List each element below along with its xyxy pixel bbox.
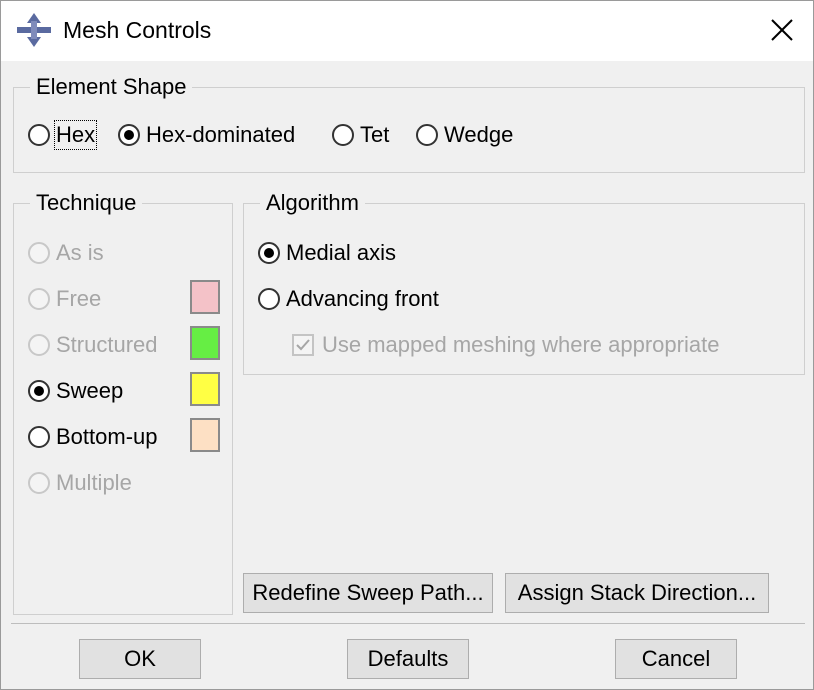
technique-option-label: As is bbox=[56, 240, 104, 265]
shape-option-label: Hex-dominated bbox=[146, 122, 296, 147]
shape-option-wedge[interactable]: Wedge bbox=[416, 122, 513, 148]
mesh-controls-dialog: Mesh Controls Element Shape Hex Hex-domi… bbox=[0, 0, 814, 690]
footer-separator bbox=[11, 623, 805, 624]
technique-option-structured[interactable]: Structured bbox=[28, 332, 158, 358]
algorithm-option-advancing-front[interactable]: Advancing front bbox=[258, 286, 439, 312]
radio-button[interactable] bbox=[28, 242, 50, 264]
close-icon bbox=[771, 19, 793, 41]
defaults-button[interactable]: Defaults bbox=[347, 639, 469, 679]
assign-stack-direction-button[interactable]: Assign Stack Direction... bbox=[505, 573, 769, 613]
technique-option-free[interactable]: Free bbox=[28, 286, 101, 312]
technique-group: Technique As is Free Structured Sweep Bo… bbox=[13, 190, 233, 615]
bottom-up-color-swatch bbox=[190, 418, 220, 452]
radio-button[interactable] bbox=[28, 124, 50, 146]
radio-button-selected[interactable] bbox=[28, 380, 50, 402]
shape-option-label: Wedge bbox=[444, 122, 514, 147]
technique-legend: Technique bbox=[30, 190, 143, 216]
sweep-color-swatch bbox=[190, 372, 220, 406]
radio-button[interactable] bbox=[416, 124, 438, 146]
mapped-meshing-label: Use mapped meshing where appropriate bbox=[322, 332, 720, 357]
technique-option-as-is[interactable]: As is bbox=[28, 240, 104, 266]
radio-button[interactable] bbox=[28, 334, 50, 356]
radio-button[interactable] bbox=[28, 288, 50, 310]
algorithm-option-medial-axis[interactable]: Medial axis bbox=[258, 240, 396, 266]
radio-button[interactable] bbox=[332, 124, 354, 146]
mapped-meshing-checkbox-row[interactable]: Use mapped meshing where appropriate bbox=[292, 332, 719, 358]
free-color-swatch bbox=[190, 280, 220, 314]
structured-color-swatch bbox=[190, 326, 220, 360]
close-button[interactable] bbox=[761, 11, 803, 49]
shape-option-hex[interactable]: Hex bbox=[28, 120, 98, 150]
redefine-sweep-path-button[interactable]: Redefine Sweep Path... bbox=[243, 573, 493, 613]
technique-option-multiple[interactable]: Multiple bbox=[28, 470, 132, 496]
abaqus-mesh-icon bbox=[17, 13, 51, 47]
ok-button[interactable]: OK bbox=[79, 639, 201, 679]
technique-option-label: Sweep bbox=[56, 378, 124, 403]
element-shape-legend: Element Shape bbox=[30, 74, 193, 100]
shape-option-hex-dominated[interactable]: Hex-dominated bbox=[118, 122, 295, 148]
window-title: Mesh Controls bbox=[63, 17, 212, 43]
technique-option-label: Bottom-up bbox=[56, 424, 158, 449]
cancel-button[interactable]: Cancel bbox=[615, 639, 737, 679]
technique-option-bottom-up[interactable]: Bottom-up bbox=[28, 424, 158, 450]
element-shape-group: Element Shape Hex Hex-dominated Tet Wedg… bbox=[13, 74, 805, 173]
technique-option-label: Free bbox=[56, 286, 102, 311]
algorithm-option-label: Advancing front bbox=[286, 286, 439, 311]
checkmark-icon bbox=[296, 339, 310, 351]
technique-option-sweep[interactable]: Sweep bbox=[28, 378, 123, 404]
radio-button-selected[interactable] bbox=[258, 242, 280, 264]
shape-option-label: Hex bbox=[53, 120, 98, 150]
shape-option-label: Tet bbox=[360, 122, 390, 147]
shape-option-tet[interactable]: Tet bbox=[332, 122, 389, 148]
technique-option-label: Structured bbox=[56, 332, 158, 357]
algorithm-legend: Algorithm bbox=[260, 190, 365, 216]
radio-button[interactable] bbox=[258, 288, 280, 310]
technique-option-label: Multiple bbox=[56, 470, 132, 495]
radio-button[interactable] bbox=[28, 426, 50, 448]
radio-button-selected[interactable] bbox=[118, 124, 140, 146]
algorithm-group: Algorithm Medial axis Advancing front Us… bbox=[243, 190, 805, 375]
algorithm-option-label: Medial axis bbox=[286, 240, 397, 265]
title-bar[interactable]: Mesh Controls bbox=[1, 1, 813, 61]
mapped-meshing-checkbox[interactable] bbox=[292, 334, 314, 356]
radio-button[interactable] bbox=[28, 472, 50, 494]
